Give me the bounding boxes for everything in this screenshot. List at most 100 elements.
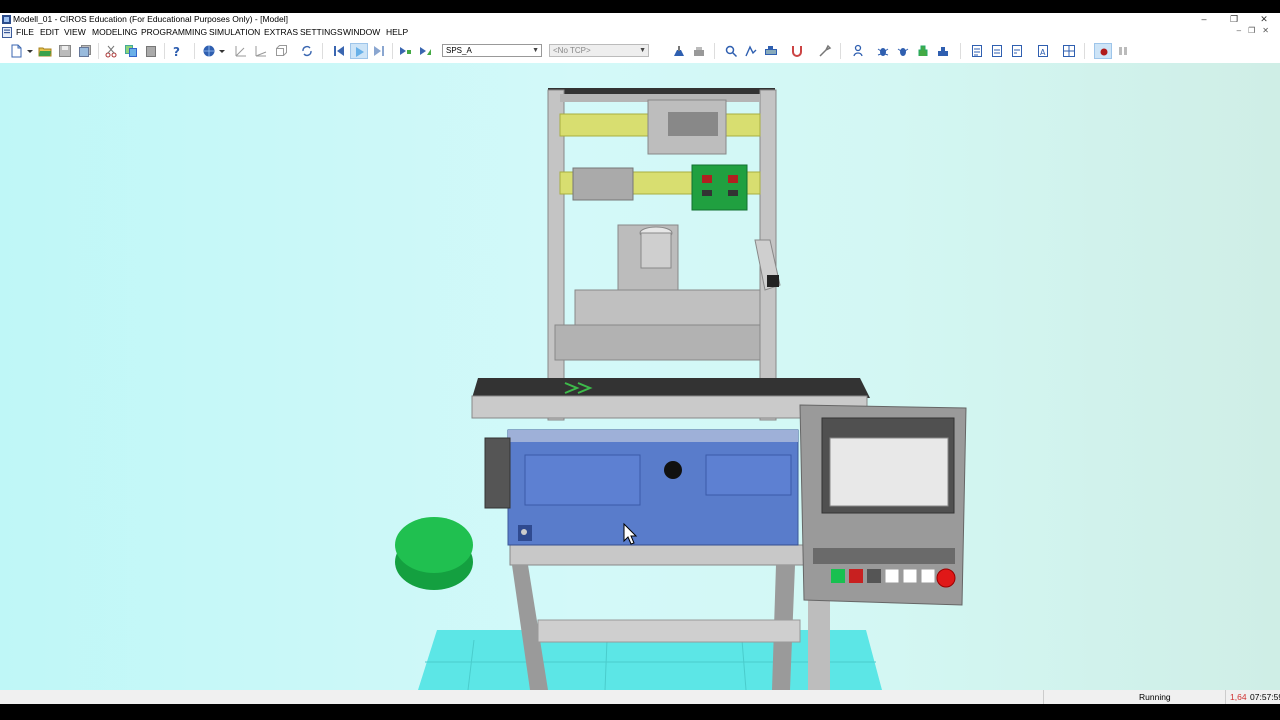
io-list-icon[interactable] <box>970 44 984 58</box>
bug-step-icon[interactable] <box>896 44 910 58</box>
toolbar: ? SPS_A ▼ <No TCP> ▼ A <box>0 39 1280 63</box>
axis-x-icon[interactable] <box>234 44 248 58</box>
conveyor-icon[interactable] <box>764 44 778 58</box>
cabinet-module <box>705 454 792 496</box>
table-top-rail <box>509 544 811 566</box>
tower-post-left <box>547 89 565 421</box>
bug-icon[interactable] <box>876 44 890 58</box>
robot-base-icon[interactable] <box>692 44 706 58</box>
refresh-icon[interactable] <box>300 44 314 58</box>
app-icon <box>2 15 11 24</box>
toolbar-separator <box>164 43 165 59</box>
io-led <box>728 190 738 196</box>
io-led <box>702 175 712 183</box>
menu-modeling[interactable]: MODELING <box>92 27 137 37</box>
step-back-icon[interactable] <box>332 44 346 58</box>
grip-icon[interactable] <box>744 44 758 58</box>
menu-help[interactable]: HELP <box>386 27 408 37</box>
help-icon[interactable]: ? <box>170 44 184 58</box>
hmi-button <box>884 568 900 584</box>
menu-window[interactable]: WINDOW <box>343 27 380 37</box>
conveyor-belt <box>472 378 870 398</box>
io-input-icon[interactable] <box>990 44 1004 58</box>
mdi-window-controls[interactable]: –❐✕ <box>1237 26 1276 35</box>
tool-icon[interactable] <box>818 44 832 58</box>
toolbar-separator <box>960 43 961 59</box>
screen-top-border <box>0 0 1280 13</box>
valve-terminal <box>572 167 634 201</box>
new-dropdown-icon[interactable] <box>23 44 33 58</box>
record-icon[interactable] <box>1094 43 1112 59</box>
search-object-icon[interactable] <box>724 44 738 58</box>
toolbar-separator <box>1084 43 1085 59</box>
hmi-button <box>920 568 936 584</box>
step-forward-icon[interactable] <box>372 44 386 58</box>
plc-select[interactable]: SPS_A ▼ <box>442 44 542 57</box>
magnet-icon[interactable] <box>790 44 804 58</box>
chevron-down-icon: ▼ <box>639 47 646 54</box>
io-led <box>702 190 712 196</box>
io-board-green <box>691 164 748 211</box>
toolbar-separator <box>840 43 841 59</box>
play-icon[interactable] <box>350 43 368 59</box>
toolbar-separator <box>322 43 323 59</box>
save-icon[interactable] <box>58 44 72 58</box>
gripper-icon[interactable] <box>916 44 930 58</box>
sensor-head <box>767 275 779 287</box>
open-icon[interactable] <box>38 44 52 58</box>
pause-icon[interactable] <box>1116 44 1130 58</box>
copy-icon[interactable] <box>124 44 138 58</box>
globe-icon[interactable] <box>202 44 216 58</box>
menu-programming[interactable]: PROGRAMMING <box>141 27 207 37</box>
io-led <box>728 175 738 183</box>
person-icon[interactable] <box>851 44 865 58</box>
cabinet-socket-hole <box>521 529 527 535</box>
network-switch <box>484 437 511 509</box>
cabinet-top-edge <box>508 430 798 442</box>
step-icon[interactable] <box>398 44 412 58</box>
status-pane <box>1225 690 1227 704</box>
tcp-select-value: <No TCP> <box>553 46 591 55</box>
window-title: Modell_01 - CIROS Education (For Educati… <box>13 14 288 24</box>
menu-settings[interactable]: SETTINGS <box>300 27 343 37</box>
io-output-icon[interactable] <box>1010 44 1024 58</box>
axis-y-icon[interactable] <box>254 44 268 58</box>
menu-simulation[interactable]: SIMULATION <box>209 27 260 37</box>
menu-file[interactable]: FILE <box>16 27 34 37</box>
grid-view-icon[interactable] <box>1062 44 1076 58</box>
status-value: 1,64 <box>1230 692 1247 702</box>
maximize-button[interactable]: ❐ <box>1220 13 1248 26</box>
new-icon[interactable] <box>9 44 23 58</box>
toolbar-separator <box>194 43 195 59</box>
title-bar: Modell_01 - CIROS Education (For Educati… <box>0 13 1280 26</box>
menu-view[interactable]: VIEW <box>64 27 86 37</box>
minimize-button[interactable]: – <box>1190 13 1218 26</box>
status-bar: Running 1,64 07:57:59 <box>0 690 1280 704</box>
tcp-select[interactable]: <No TCP> ▼ <box>549 44 649 57</box>
menu-edit[interactable]: EDIT <box>40 27 59 37</box>
menu-bar: FILE EDIT VIEW MODELING PROGRAMMING SIMU… <box>0 26 1280 39</box>
menu-extras[interactable]: EXTRAS <box>264 27 298 37</box>
save-all-icon[interactable] <box>78 44 92 58</box>
paste-icon[interactable] <box>144 44 158 58</box>
robot-teach-icon[interactable] <box>672 44 686 58</box>
hmi-screen <box>829 437 949 507</box>
simulation-state: Running <box>1139 692 1171 702</box>
document-icon[interactable] <box>2 27 12 38</box>
globe-dropdown-icon[interactable] <box>215 44 225 58</box>
workpiece-top <box>395 517 473 573</box>
close-button[interactable]: ✕ <box>1250 13 1278 26</box>
axis-z-icon[interactable] <box>274 44 288 58</box>
gripper-release-icon[interactable] <box>936 44 950 58</box>
hmi-button <box>867 569 881 583</box>
hmi-start-button <box>831 569 845 583</box>
3d-model-viewport[interactable] <box>0 63 1280 690</box>
status-pane <box>1043 690 1134 704</box>
cut-icon[interactable] <box>104 44 118 58</box>
svg-text:A: A <box>1040 48 1046 57</box>
slide-carriage <box>554 324 761 361</box>
run-icon[interactable] <box>418 44 432 58</box>
screen-bottom-border <box>0 704 1280 720</box>
toolbar-separator <box>714 43 715 59</box>
variables-icon[interactable]: A <box>1036 44 1050 58</box>
